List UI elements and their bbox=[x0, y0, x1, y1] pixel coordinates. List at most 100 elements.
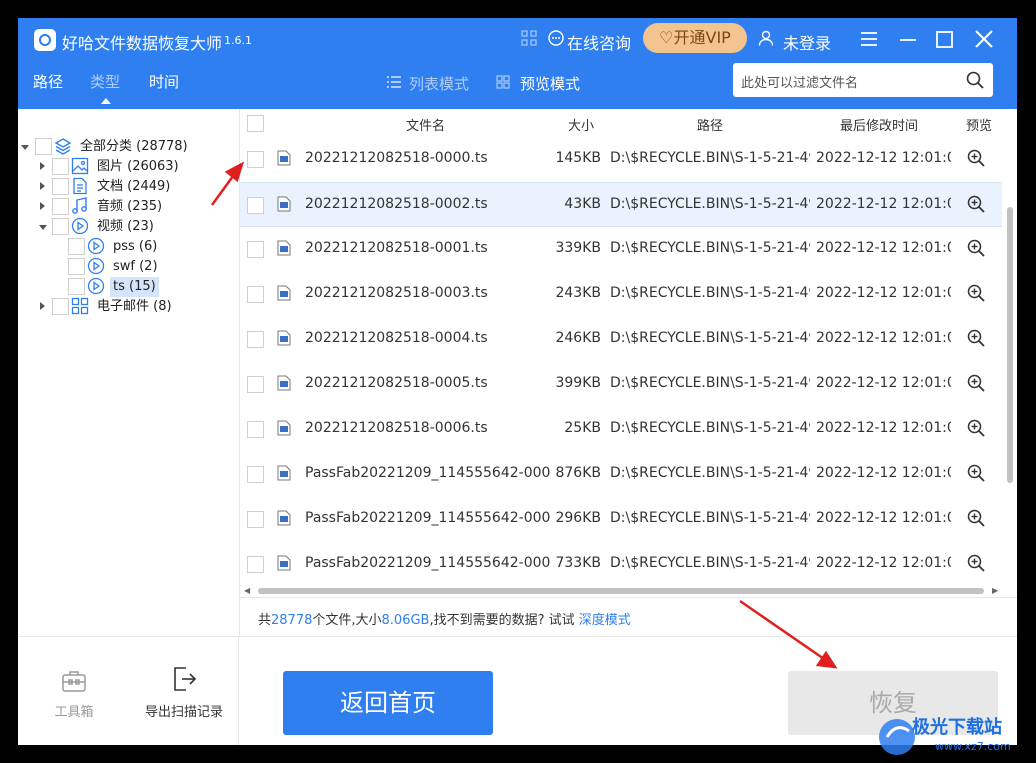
preview-zoom-icon[interactable] bbox=[967, 419, 985, 437]
scroll-left-arrow-icon[interactable]: ◀ bbox=[244, 586, 250, 595]
checkbox-ts[interactable] bbox=[68, 278, 85, 295]
preview-mode-button[interactable]: 预览模式 bbox=[520, 73, 580, 94]
maximize-icon[interactable] bbox=[934, 28, 956, 50]
summary-prefix: 共 bbox=[258, 613, 272, 628]
column-header-path[interactable]: 路径 bbox=[697, 115, 723, 134]
preview-zoom-icon[interactable] bbox=[967, 149, 985, 167]
user-icon[interactable] bbox=[758, 30, 774, 46]
row-checkbox[interactable] bbox=[247, 511, 264, 528]
return-home-button[interactable]: 返回首页 bbox=[283, 671, 493, 735]
file-modified-time: 2022-12-12 12:01:05 bbox=[816, 285, 951, 301]
preview-zoom-icon[interactable] bbox=[967, 329, 985, 347]
table-row[interactable]: 20221212082518-0000.ts 145KB D:\$RECYCLE.B… bbox=[240, 137, 1002, 182]
table-row[interactable]: 20221212082518-0006.ts 25KB D:\$RECYCLE.BI… bbox=[240, 407, 1002, 452]
toolbox-button[interactable]: 工具箱 bbox=[44, 667, 104, 720]
checkbox-video[interactable] bbox=[52, 218, 69, 235]
menu-icon[interactable] bbox=[858, 28, 880, 50]
deep-mode-link[interactable]: 深度模式 bbox=[579, 613, 631, 628]
collapse-arrow[interactable] bbox=[39, 225, 47, 230]
expand-arrow[interactable] bbox=[40, 202, 45, 210]
file-path: D:\$RECYCLE.BIN\S-1-5-21-49 bbox=[610, 465, 810, 481]
export-scan-record-button[interactable]: 导出扫描记录 bbox=[136, 665, 232, 720]
row-checkbox[interactable] bbox=[247, 151, 264, 168]
file-name: 20221212082518-0004.ts bbox=[305, 330, 488, 346]
list-mode-button[interactable]: 列表模式 bbox=[409, 73, 469, 94]
tree-item-document[interactable]: 文档 (2449) bbox=[97, 177, 170, 197]
checkbox-document[interactable] bbox=[52, 178, 69, 195]
table-row[interactable]: PassFab20221209_114555642-0001.ts 733KB D:… bbox=[240, 542, 1002, 587]
table-row[interactable]: 20221212082518-0005.ts 399KB D:\$RECYCLE.B… bbox=[240, 362, 1002, 407]
preview-zoom-icon[interactable] bbox=[967, 284, 985, 302]
login-link[interactable]: 未登录 bbox=[783, 30, 831, 54]
tree-item-video[interactable]: 视频 (23) bbox=[97, 217, 154, 237]
column-header-size[interactable]: 大小 bbox=[568, 115, 594, 134]
scroll-right-arrow-icon[interactable]: ▶ bbox=[992, 586, 998, 595]
file-icon bbox=[277, 375, 291, 391]
tree-item-ts[interactable]: ts (15) bbox=[110, 277, 159, 297]
export-icon bbox=[174, 667, 197, 691]
table-row[interactable]: 20221212082518-0004.ts 246KB D:\$RECYCLE.B… bbox=[240, 317, 1002, 362]
tab-time[interactable]: 时间 bbox=[149, 71, 179, 92]
vertical-scroll-thumb[interactable] bbox=[1007, 207, 1013, 483]
close-icon[interactable] bbox=[973, 28, 995, 50]
expand-arrow[interactable] bbox=[21, 145, 29, 150]
search-input[interactable]: 此处可以过滤文件名 bbox=[741, 72, 858, 91]
expand-arrow[interactable] bbox=[40, 162, 45, 170]
row-checkbox[interactable] bbox=[247, 241, 264, 258]
table-row[interactable]: 20221212082518-0003.ts 243KB D:\$RECYCLE.B… bbox=[240, 272, 1002, 317]
tab-type[interactable]: 类型 bbox=[90, 71, 120, 92]
checkbox-pss[interactable] bbox=[68, 238, 85, 255]
preview-zoom-icon[interactable] bbox=[967, 195, 985, 213]
file-name: 20221212082518-0005.ts bbox=[305, 375, 488, 391]
email-icon bbox=[71, 297, 89, 315]
grid-icon[interactable] bbox=[521, 30, 537, 46]
tree-item-all[interactable]: 全部分类 (28778) bbox=[80, 137, 188, 157]
preview-zoom-icon[interactable] bbox=[967, 464, 985, 482]
search-icon[interactable] bbox=[966, 71, 984, 89]
row-checkbox[interactable] bbox=[247, 376, 264, 393]
row-checkbox[interactable] bbox=[247, 556, 264, 573]
checkbox-email[interactable] bbox=[52, 298, 69, 315]
preview-zoom-icon[interactable] bbox=[967, 554, 985, 572]
tree-item-image[interactable]: 图片 (26063) bbox=[97, 157, 179, 177]
file-name: PassFab20221209_114555642-0002.ts bbox=[305, 510, 550, 526]
preview-zoom-icon[interactable] bbox=[967, 374, 985, 392]
column-header-time[interactable]: 最后修改时间 bbox=[840, 115, 918, 134]
table-row[interactable]: 20221212082518-0001.ts 339KB D:\$RECYCLE.B… bbox=[240, 227, 1002, 272]
select-all-checkbox[interactable] bbox=[247, 115, 264, 132]
row-checkbox[interactable] bbox=[247, 466, 264, 483]
tree-item-audio[interactable]: 音频 (235) bbox=[97, 197, 162, 217]
filter-search-box[interactable]: 此处可以过滤文件名 bbox=[733, 63, 993, 97]
minimize-icon[interactable] bbox=[897, 28, 919, 50]
expand-arrow[interactable] bbox=[40, 182, 45, 190]
checkbox-swf[interactable] bbox=[68, 258, 85, 275]
row-checkbox[interactable] bbox=[247, 421, 264, 438]
file-modified-time: 2022-12-12 12:01:06 bbox=[816, 375, 951, 391]
vip-button[interactable]: ♡开通VIP bbox=[643, 23, 747, 53]
column-header-name[interactable]: 文件名 bbox=[406, 115, 445, 134]
preview-zoom-icon[interactable] bbox=[967, 509, 985, 527]
chat-icon[interactable] bbox=[548, 30, 564, 46]
total-size: 8.06GB bbox=[381, 613, 430, 628]
horizontal-scroll-thumb[interactable] bbox=[258, 588, 984, 594]
checkbox-image[interactable] bbox=[52, 158, 69, 175]
tab-path[interactable]: 路径 bbox=[33, 71, 63, 92]
tree-item-email[interactable]: 电子邮件 (8) bbox=[97, 297, 172, 317]
expand-arrow[interactable] bbox=[40, 302, 45, 310]
row-checkbox[interactable] bbox=[247, 331, 264, 348]
tree-item-swf[interactable]: swf (2) bbox=[113, 257, 158, 277]
row-checkbox[interactable] bbox=[247, 286, 264, 303]
row-checkbox[interactable] bbox=[247, 197, 264, 214]
table-row[interactable]: 20221212082518-0002.ts 43KB D:\$RECYCLE.BI… bbox=[240, 182, 1002, 227]
tree-item-pss[interactable]: pss (6) bbox=[113, 237, 157, 257]
table-row[interactable]: PassFab20221209_114555642-0002.ts 296KB D:… bbox=[240, 497, 1002, 542]
preview-zoom-icon[interactable] bbox=[967, 239, 985, 257]
file-size: 876KB bbox=[555, 465, 601, 481]
checkbox-all[interactable] bbox=[35, 138, 52, 155]
horizontal-scrollbar[interactable]: ◀ ▶ bbox=[240, 585, 1002, 595]
checkbox-audio[interactable] bbox=[52, 198, 69, 215]
online-consult-link[interactable]: 在线咨询 bbox=[567, 30, 631, 54]
file-size: 246KB bbox=[555, 330, 601, 346]
vertical-scrollbar[interactable] bbox=[1005, 143, 1015, 683]
table-row[interactable]: PassFab20221209_114555642-0000.ts 876KB D:… bbox=[240, 452, 1002, 497]
